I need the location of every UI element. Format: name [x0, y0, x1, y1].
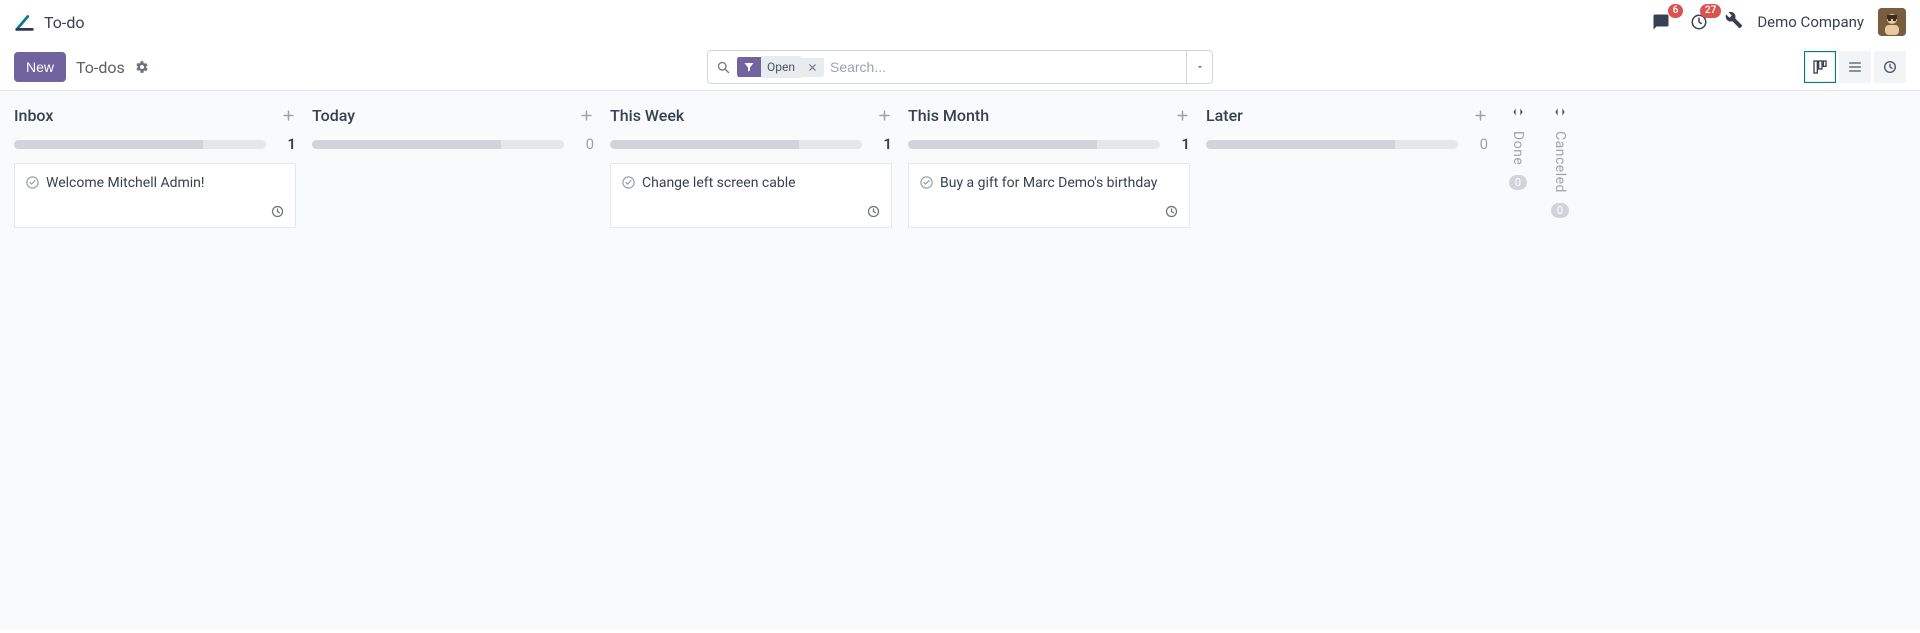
column-progress[interactable] [312, 140, 564, 149]
column-progress[interactable] [610, 140, 862, 149]
folded-label: Canceled [1552, 131, 1568, 193]
column-add-button[interactable] [1175, 108, 1190, 123]
card-title: Welcome Mitchell Admin! [46, 174, 205, 192]
app-title: To-do [44, 13, 84, 32]
search-box[interactable]: Open [707, 50, 1187, 84]
column-title[interactable]: This Month [908, 106, 989, 125]
column-title[interactable]: Inbox [14, 106, 53, 125]
app-icon [14, 11, 36, 33]
view-kanban-button[interactable] [1804, 51, 1836, 83]
card-title: Buy a gift for Marc Demo's birthday [940, 174, 1157, 192]
expand-icon [1511, 105, 1525, 123]
gear-icon[interactable] [135, 60, 149, 74]
brand[interactable]: To-do [14, 11, 84, 33]
debug-icon[interactable] [1725, 11, 1743, 33]
folded-column-done[interactable]: Done 0 [1500, 101, 1536, 620]
actionbar: New To-dos Open [0, 44, 1920, 90]
column-add-button[interactable] [281, 108, 296, 123]
column-count: 0 [1466, 135, 1488, 153]
view-activity-button[interactable] [1874, 51, 1906, 83]
view-list-button[interactable] [1839, 51, 1871, 83]
filter-chip-remove[interactable] [801, 58, 824, 77]
clock-icon[interactable] [270, 204, 285, 219]
check-circle-icon[interactable] [25, 175, 40, 190]
funnel-icon [737, 57, 761, 77]
column-title[interactable]: Today [312, 106, 355, 125]
kanban-board: Inbox 1 Welcome Mitchell Admin! [0, 90, 1920, 630]
filter-chip-label: Open [761, 56, 801, 78]
column-inbox: Inbox 1 Welcome Mitchell Admin! [6, 101, 304, 620]
column-title[interactable]: This Week [610, 106, 684, 125]
filter-chip-open: Open [737, 56, 824, 78]
activities-button[interactable]: 27 [1687, 10, 1711, 34]
column-count: 1 [870, 135, 892, 153]
activities-badge: 27 [1700, 4, 1721, 18]
column-this-week: This Week 1 Change left screen cable [602, 101, 900, 620]
column-add-button[interactable] [877, 108, 892, 123]
column-progress[interactable] [908, 140, 1160, 149]
search-input[interactable] [830, 59, 1178, 75]
topbar: To-do 6 27 Demo Company [0, 0, 1920, 44]
folded-label: Done [1510, 131, 1526, 165]
column-progress[interactable] [1206, 140, 1458, 149]
breadcrumb[interactable]: To-dos [76, 58, 125, 77]
column-progress[interactable] [14, 140, 266, 149]
card-title: Change left screen cable [642, 174, 796, 192]
folded-column-canceled[interactable]: Canceled 0 [1542, 101, 1578, 620]
kanban-card[interactable]: Change left screen cable [610, 163, 892, 228]
new-button[interactable]: New [14, 52, 66, 82]
check-circle-icon[interactable] [621, 175, 636, 190]
column-count: 1 [274, 135, 296, 153]
column-add-button[interactable] [579, 108, 594, 123]
kanban-card[interactable]: Welcome Mitchell Admin! [14, 163, 296, 228]
search: Open [707, 50, 1213, 84]
column-this-month: This Month 1 Buy a gift for Marc Demo's … [900, 101, 1198, 620]
column-title[interactable]: Later [1206, 106, 1243, 125]
search-options-toggle[interactable] [1187, 50, 1213, 84]
avatar[interactable] [1878, 8, 1906, 36]
check-circle-icon[interactable] [919, 175, 934, 190]
messages-button[interactable]: 6 [1649, 10, 1673, 34]
column-add-button[interactable] [1473, 108, 1488, 123]
expand-icon [1553, 105, 1567, 123]
column-today: Today 0 [304, 101, 602, 620]
messages-badge: 6 [1668, 4, 1684, 18]
clock-icon[interactable] [1164, 204, 1179, 219]
kanban-card[interactable]: Buy a gift for Marc Demo's birthday [908, 163, 1190, 228]
company-switcher[interactable]: Demo Company [1757, 13, 1864, 31]
topbar-right: 6 27 Demo Company [1649, 8, 1906, 36]
folded-columns: Done 0 Canceled 0 [1500, 101, 1578, 620]
search-icon[interactable] [716, 60, 731, 75]
view-switcher [1804, 51, 1906, 83]
clock-icon[interactable] [866, 204, 881, 219]
column-count: 1 [1168, 135, 1190, 153]
column-later: Later 0 [1198, 101, 1496, 620]
folded-count: 0 [1551, 203, 1569, 218]
folded-count: 0 [1509, 175, 1527, 190]
column-count: 0 [572, 135, 594, 153]
